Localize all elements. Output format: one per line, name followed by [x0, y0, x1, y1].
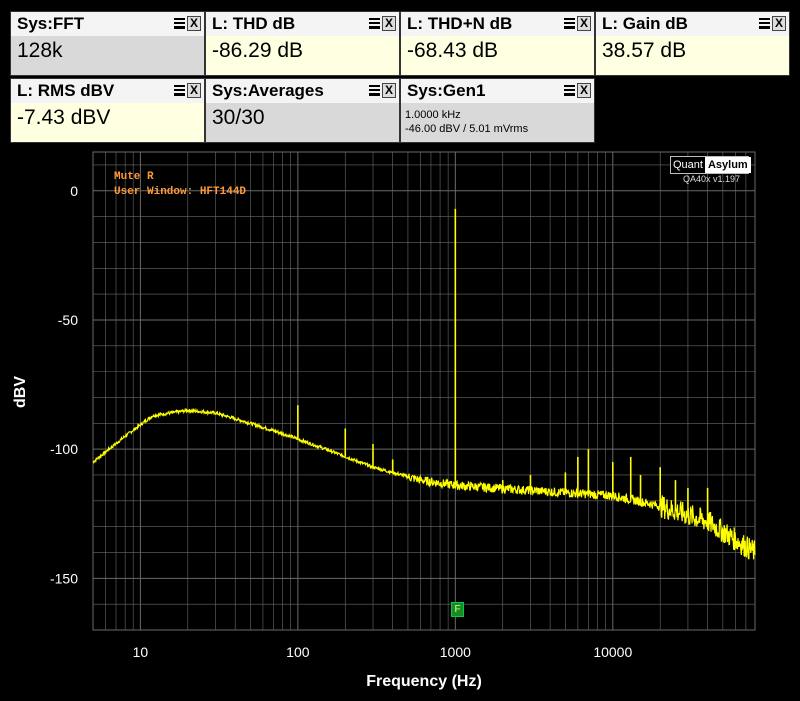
x-axis-label: Frequency (Hz) — [366, 673, 482, 690]
logo-left-text: Quant — [671, 157, 705, 173]
y-tick-label: -150 — [50, 570, 78, 586]
x-tick-label: 10000 — [593, 644, 632, 660]
window-note: User Window: HFT144D — [114, 186, 246, 198]
x-tick-label: 1000 — [440, 644, 471, 660]
y-tick-label: 0 — [70, 183, 78, 199]
x-tick-label: 100 — [286, 644, 310, 660]
axis-ticks: 10 100 1000 10000 0 -50 -100 -150 — [50, 183, 633, 660]
mute-note: Mute R — [114, 171, 154, 183]
y-axis-label: dBV — [12, 376, 29, 408]
frequency-marker[interactable]: F — [451, 602, 464, 617]
y-tick-label: -50 — [58, 312, 78, 328]
version-label: QA40x v1.197 — [683, 174, 741, 184]
y-tick-label: -100 — [50, 441, 78, 457]
spectrum-trace — [92, 407, 756, 560]
x-tick-label: 10 — [133, 644, 149, 660]
spectrum-plot[interactable]: 10 100 1000 10000 0 -50 -100 -150 Frequency (Hz… — [0, 0, 800, 701]
logo-right-text: Asylum — [704, 157, 751, 173]
plot-grid — [92, 151, 756, 631]
quantasylum-logo: Quant Asylum — [670, 156, 751, 174]
plot-frame — [92, 151, 756, 631]
